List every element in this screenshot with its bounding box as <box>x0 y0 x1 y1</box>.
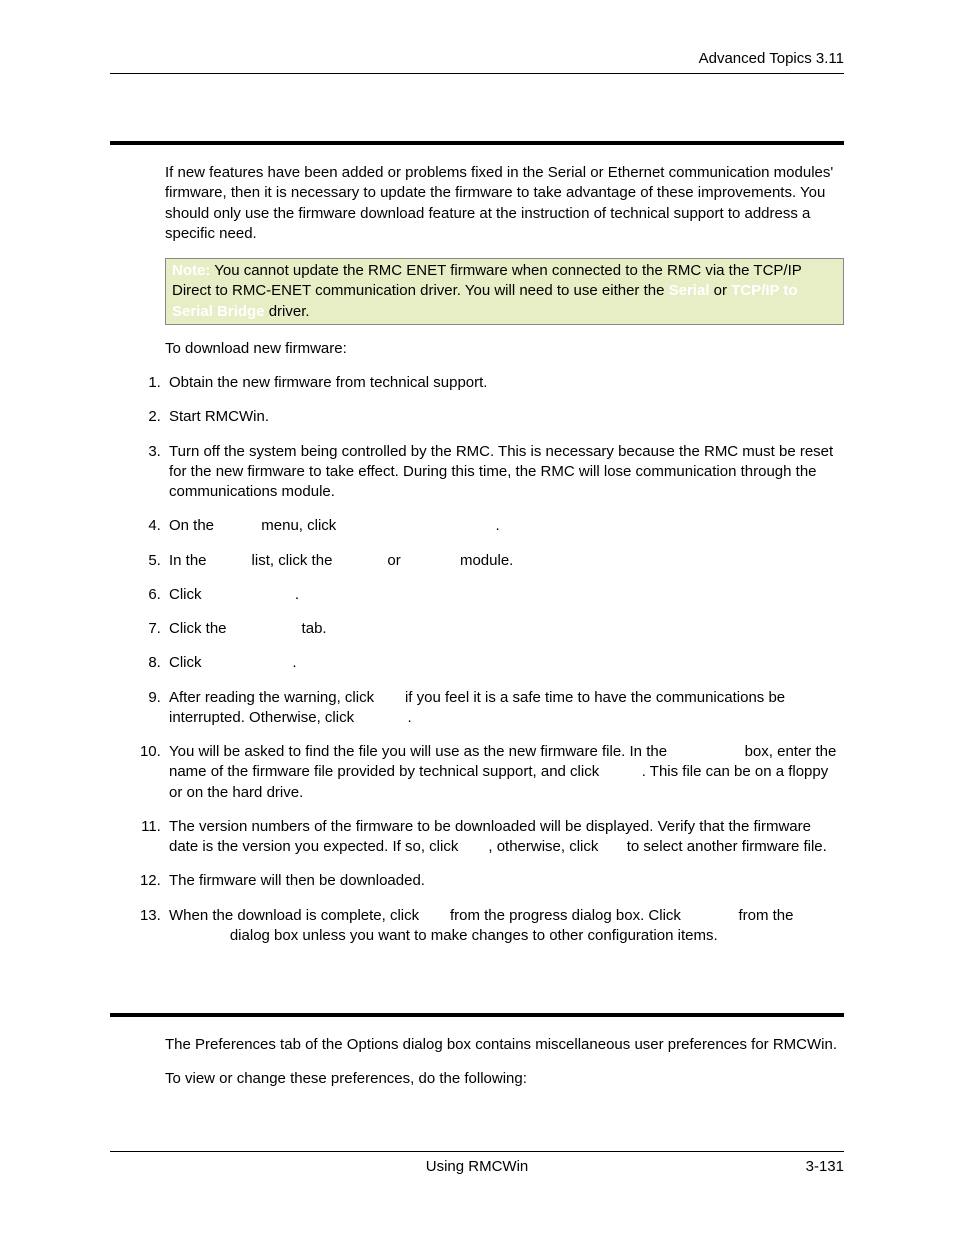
t: dialog box unless you want to make chang… <box>226 927 718 944</box>
b: Firmware <box>231 620 298 637</box>
t: On the <box>169 517 218 534</box>
b: Comm <box>337 552 384 569</box>
t: . <box>295 586 299 603</box>
t: . <box>407 709 411 726</box>
step-2: Start RMCWin. <box>165 407 844 427</box>
step-1: Obtain the new firmware from technical s… <box>165 373 844 393</box>
intro-paragraph: If new features have been added or probl… <box>165 163 844 244</box>
section-title-preferences: 3.11.18 Editing Preferences <box>110 986 844 1017</box>
t: When the download is complete, click <box>169 907 423 924</box>
b: Sensor <box>405 552 456 569</box>
b: Module Configuration <box>340 517 495 534</box>
note-bold-serial: Serial <box>669 282 710 299</box>
b: Options <box>169 927 226 944</box>
t: list, click the <box>247 552 336 569</box>
step-10: You will be asked to find the file you w… <box>165 742 844 803</box>
t: from the <box>734 907 793 924</box>
b: Open <box>603 763 641 780</box>
t: to select another firmware file. <box>623 838 827 855</box>
b: Yes <box>462 838 488 855</box>
t: or <box>383 552 405 569</box>
b: Update Now <box>206 654 293 671</box>
t: . <box>292 654 296 671</box>
step-11: The version numbers of the firmware to b… <box>165 817 844 858</box>
t: from the progress dialog box. Click <box>446 907 685 924</box>
step-12: The firmware will then be downloaded. <box>165 871 844 891</box>
b: Slots <box>211 552 248 569</box>
b: Tools <box>218 517 257 534</box>
t: Click <box>169 654 206 671</box>
steps-list: Obtain the new firmware from technical s… <box>135 373 844 946</box>
t: module. <box>456 552 514 569</box>
step-3: Turn off the system being controlled by … <box>165 442 844 503</box>
t: Click the <box>169 620 231 637</box>
t: . <box>495 517 499 534</box>
note-text-c: or <box>710 282 732 299</box>
note-label: Note: <box>172 262 210 279</box>
page-footer: Using RMCWin 3-131 <box>110 1151 844 1175</box>
b: OK <box>378 689 401 706</box>
step-5: In the Slots list, click the Comm or Sen… <box>165 551 844 571</box>
footer-center: Using RMCWin <box>110 1158 844 1175</box>
t: Click <box>169 586 206 603</box>
t: In the <box>169 552 211 569</box>
step-6: Click Slot Options. <box>165 585 844 605</box>
t: tab. <box>297 620 326 637</box>
step-8: Click Update Now. <box>165 653 844 673</box>
section-body-preferences: The Preferences tab of the Options dialo… <box>110 1035 844 1090</box>
t: You will be asked to find the file you w… <box>169 743 671 760</box>
step-13: When the download is complete, click OK … <box>165 906 844 947</box>
b: OK <box>423 907 446 924</box>
step-7: Click the Firmware tab. <box>165 619 844 639</box>
t: , otherwise, click <box>488 838 602 855</box>
b: Cancel <box>685 907 734 924</box>
t: After reading the warning, click <box>169 689 378 706</box>
t: menu, click <box>257 517 340 534</box>
prefs-para-2: To view or change these preferences, do … <box>165 1069 844 1089</box>
note-box: Note: You cannot update the RMC ENET fir… <box>165 258 844 325</box>
b: Slot Options <box>206 586 295 603</box>
b: No <box>603 838 623 855</box>
b: Cancel <box>358 709 407 726</box>
page: Advanced Topics 3.11 3.11.17 Downloading… <box>0 0 954 1235</box>
section-body-firmware: If new features have been added or probl… <box>110 163 844 946</box>
page-header: Advanced Topics 3.11 <box>110 50 844 74</box>
footer-page-number: 3-131 <box>806 1158 844 1175</box>
header-right: Advanced Topics 3.11 <box>699 50 844 67</box>
note-text-e: driver. <box>265 303 310 320</box>
prefs-para-1: The Preferences tab of the Options dialo… <box>165 1035 844 1055</box>
b: File name <box>671 743 740 760</box>
step-9: After reading the warning, click OK if y… <box>165 688 844 729</box>
section-title-firmware: 3.11.17 Downloading New Communication Fi… <box>110 114 844 145</box>
lead-text: To download new firmware: <box>165 339 844 359</box>
step-4: On the Tools menu, click Module Configur… <box>165 516 844 536</box>
